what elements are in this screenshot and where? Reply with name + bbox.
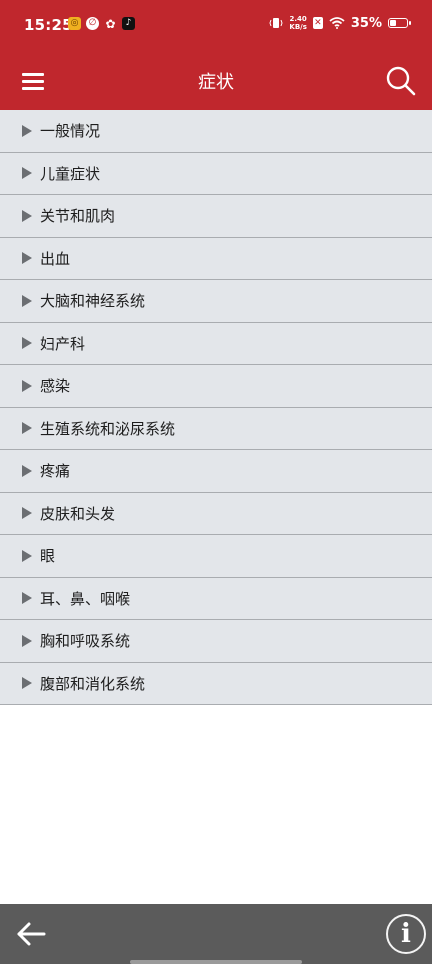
expand-arrow-icon bbox=[22, 677, 32, 690]
category-list: 一般情况儿童症状关节和肌肉出血大脑和神经系统 妇产科感染生殖系统和泌尿系统 疼痛皮肤… bbox=[0, 110, 432, 705]
list-item-label: 皮肤和头发 bbox=[40, 504, 116, 523]
notification-app-icon: ∅ bbox=[86, 17, 99, 30]
list-item-label: 妇产科 bbox=[40, 334, 86, 353]
list-item-label: 大脑和神经系统 bbox=[40, 292, 146, 311]
expand-arrow-icon bbox=[22, 209, 32, 222]
status-bar: 15:25 ◎ ∅ ✿ ♪ 2.40 KB/s ✕ 35% bbox=[0, 0, 432, 52]
list-item[interactable]: 腹部和消化系统 bbox=[0, 663, 432, 705]
expand-arrow-icon bbox=[22, 124, 32, 137]
list-item[interactable]: 大脑和神经系统 bbox=[0, 280, 432, 323]
expand-arrow-icon bbox=[22, 167, 32, 180]
no-sim-icon: ✕ bbox=[312, 17, 323, 29]
list-item-label: 出血 bbox=[40, 249, 71, 268]
expand-arrow-icon bbox=[22, 464, 32, 477]
back-arrow-icon[interactable] bbox=[14, 918, 48, 950]
list-item[interactable]: 出血 bbox=[0, 238, 432, 280]
tiktok-icon: ♪ bbox=[122, 17, 135, 30]
list-item[interactable]: 感染 bbox=[0, 365, 432, 408]
expand-arrow-icon bbox=[22, 294, 32, 307]
network-speed-value: 2.40 bbox=[289, 15, 307, 23]
list-item[interactable]: 儿童症状 bbox=[0, 153, 432, 195]
list-item[interactable]: 耳、鼻、咽喉 bbox=[0, 578, 432, 620]
list-item-label: 一般情况 bbox=[40, 122, 101, 141]
list-item-label: 疼痛 bbox=[40, 462, 71, 481]
list-item-label: 生殖系统和泌尿系统 bbox=[40, 419, 176, 438]
expand-arrow-icon bbox=[22, 592, 32, 605]
expand-arrow-icon bbox=[22, 549, 32, 562]
expand-arrow-icon bbox=[22, 252, 32, 265]
expand-arrow-icon bbox=[22, 422, 32, 435]
search-icon[interactable] bbox=[384, 64, 418, 98]
battery-percent: 35% bbox=[350, 15, 382, 31]
status-indicators: 2.40 KB/s ✕ 35% bbox=[269, 15, 411, 31]
list-item-label: 感染 bbox=[40, 377, 71, 396]
info-button[interactable]: i bbox=[386, 914, 426, 954]
list-item[interactable]: 生殖系统和泌尿系统 bbox=[0, 408, 432, 450]
list-item[interactable]: 疼痛 bbox=[0, 450, 432, 493]
notification-app-icon: ◎ bbox=[68, 17, 81, 30]
app-bar: 症状 bbox=[0, 52, 432, 110]
network-speed-unit: KB/s bbox=[289, 23, 307, 31]
list-item[interactable]: 妇产科 bbox=[0, 323, 432, 365]
list-item-label: 关节和肌肉 bbox=[40, 207, 116, 226]
expand-arrow-icon bbox=[22, 379, 32, 392]
list-item-label: 胸和呼吸系统 bbox=[40, 632, 131, 651]
notification-app-icon: ✿ bbox=[105, 16, 116, 31]
battery-level bbox=[390, 20, 397, 26]
list-item-label: 耳、鼻、咽喉 bbox=[40, 589, 131, 608]
list-item[interactable]: 眼 bbox=[0, 535, 432, 578]
bottom-bar: i bbox=[0, 904, 432, 964]
list-item[interactable]: 关节和肌肉 bbox=[0, 195, 432, 238]
notification-icons: ◎ ∅ ✿ ♪ bbox=[68, 17, 135, 30]
list-item-label: 儿童症状 bbox=[40, 164, 101, 183]
list-item[interactable]: 皮肤和头发 bbox=[0, 493, 432, 535]
wifi-icon bbox=[329, 17, 345, 29]
expand-arrow-icon bbox=[22, 337, 32, 350]
home-indicator[interactable] bbox=[130, 960, 302, 964]
battery-icon bbox=[388, 18, 411, 28]
list-item[interactable]: 胸和呼吸系统 bbox=[0, 620, 432, 663]
status-time: 15:25 bbox=[24, 16, 73, 34]
page-title: 症状 bbox=[198, 72, 234, 93]
expand-arrow-icon bbox=[22, 634, 32, 647]
list-item-label: 眼 bbox=[40, 547, 56, 566]
info-icon: i bbox=[401, 919, 411, 949]
expand-arrow-icon bbox=[22, 507, 32, 520]
list-item-label: 腹部和消化系统 bbox=[40, 674, 146, 693]
vibrate-icon bbox=[269, 18, 283, 28]
list-item[interactable]: 一般情况 bbox=[0, 110, 432, 153]
network-speed: 2.40 KB/s bbox=[289, 15, 306, 31]
